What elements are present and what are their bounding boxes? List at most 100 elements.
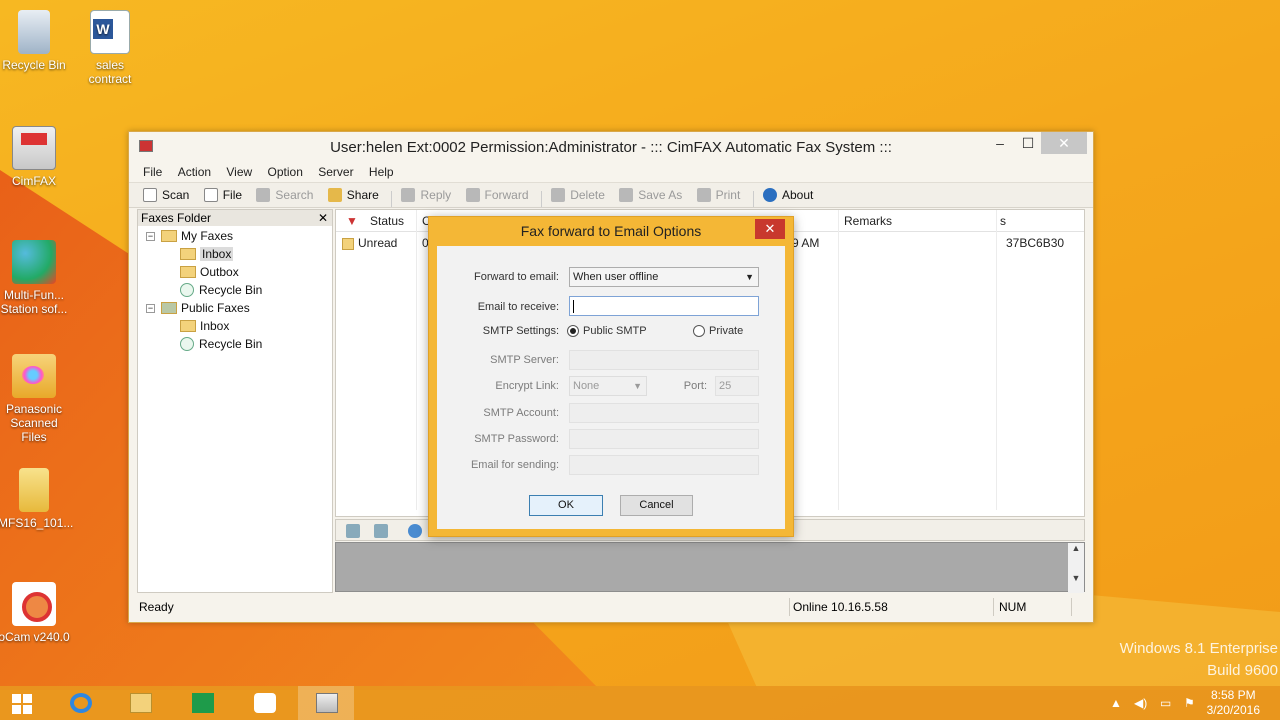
dialog-body: Forward to email: When user offline ▼ Em… <box>437 246 785 529</box>
ok-button[interactable]: OK <box>529 495 603 516</box>
pane-title: Faxes Folder <box>141 211 212 225</box>
pane-close-icon[interactable]: ✕ <box>318 210 328 226</box>
menu-view[interactable]: View <box>220 162 258 182</box>
maximize-button[interactable]: ☐ <box>1013 132 1043 154</box>
email-for-sending-input[interactable] <box>569 455 759 475</box>
close-button[interactable]: ✕ <box>1041 132 1087 154</box>
dialog-close-button[interactable]: ✕ <box>755 219 785 239</box>
taskbar-file-explorer[interactable] <box>112 686 168 720</box>
public-folder-icon <box>161 302 177 314</box>
desktop-icon-label: Multi-Fun... Station sof... <box>0 288 68 316</box>
cancel-button[interactable]: Cancel <box>620 495 693 516</box>
desktop-icon-label: MFS16_101... <box>0 516 74 530</box>
tree-my-faxes[interactable]: − My Faxes <box>146 227 233 245</box>
desktop-icon-recycle-bin[interactable]: Recycle Bin <box>0 10 70 72</box>
reply-button[interactable]: Reply <box>397 183 458 207</box>
desktop-icon-cimfax[interactable]: CimFAX <box>0 126 70 188</box>
forward-button[interactable]: Forward <box>462 183 536 207</box>
start-button[interactable] <box>0 686 44 720</box>
smtp-password-input[interactable] <box>569 429 759 449</box>
forward-icon <box>465 188 480 202</box>
menu-help[interactable]: Help <box>363 162 400 182</box>
scroll-down-icon[interactable]: ▼ <box>1068 573 1084 583</box>
menu-action[interactable]: Action <box>172 162 217 182</box>
about-button[interactable]: About <box>759 183 820 207</box>
print-button[interactable]: Print <box>693 183 748 207</box>
taskbar-clock[interactable]: 8:58 PM 3/20/2016 <box>1207 688 1260 718</box>
email-to-receive-input[interactable] <box>569 296 759 316</box>
save-as-button[interactable]: Save As <box>615 183 689 207</box>
share-folder-icon <box>327 188 342 202</box>
rotate-left-icon[interactable] <box>346 524 360 538</box>
fax-forward-email-dialog: Fax forward to Email Options ✕ Forward t… <box>428 216 794 537</box>
desktop-icon-sales-contract[interactable]: sales contract <box>74 10 146 86</box>
reply-label: Reply <box>420 188 452 202</box>
share-button[interactable]: Share <box>324 183 386 207</box>
flag-icon: ▼ <box>346 214 358 228</box>
row-status[interactable]: Unread <box>358 236 397 250</box>
taskbar-store[interactable] <box>174 686 230 720</box>
window-titlebar[interactable]: User:helen Ext:0002 Permission:Administr… <box>129 132 1093 162</box>
desktop-icon-multi-function[interactable]: Multi-Fun... Station sof... <box>0 240 70 316</box>
smtp-account-input[interactable] <box>569 403 759 423</box>
row-time[interactable]: 9 AM <box>792 236 819 250</box>
volume-icon[interactable]: ◀) <box>1134 696 1147 720</box>
chevron-down-icon: ▼ <box>633 381 642 391</box>
tree-public-faxes[interactable]: − Public Faxes <box>146 299 250 317</box>
tree-my-inbox[interactable]: Inbox <box>180 245 234 263</box>
print-label: Print <box>715 188 741 202</box>
preview-scrollbar[interactable]: ▲ ▼ <box>1068 543 1084 593</box>
ocam-icon <box>12 582 56 626</box>
column-remarks[interactable]: Remarks <box>844 214 892 228</box>
desktop-icon-mfs16[interactable]: MFS16_101... <box>0 468 74 530</box>
collapse-icon[interactable]: − <box>146 231 155 241</box>
network-icon[interactable]: ▭ <box>1160 696 1171 720</box>
column-status[interactable]: Status <box>370 214 404 228</box>
save-as-label: Save As <box>638 188 683 202</box>
tree-label: My Faxes <box>181 229 234 243</box>
recycle-bin-icon <box>18 10 50 54</box>
rotate-right-icon[interactable] <box>374 524 388 538</box>
action-center-flag-icon[interactable]: ⚑ <box>1184 696 1195 720</box>
desktop-icon-label: Panasonic Scanned Files <box>5 402 63 444</box>
recycle-icon <box>180 337 194 351</box>
taskbar-cimfax[interactable] <box>298 686 354 720</box>
window-title: User:helen Ext:0002 Permission:Administr… <box>330 139 892 156</box>
zoom-icon[interactable] <box>408 524 422 538</box>
show-hidden-icons[interactable]: ▲ <box>1110 696 1122 720</box>
taskbar-ocam[interactable] <box>236 686 292 720</box>
forward-to-email-select[interactable]: When user offline ▼ <box>569 267 759 287</box>
delete-button[interactable]: Delete <box>547 183 612 207</box>
scroll-up-icon[interactable]: ▲ <box>1068 543 1084 553</box>
row-id[interactable]: 37BC6B30 <box>1006 236 1064 250</box>
watermark-line1: Windows 8.1 Enterprise <box>1119 640 1278 657</box>
tree-public-inbox[interactable]: Inbox <box>180 317 229 335</box>
private-smtp-radio[interactable]: Private <box>693 325 743 337</box>
smtp-server-input[interactable] <box>569 350 759 370</box>
email-for-sending-label: Email for sending: <box>470 459 559 471</box>
tree-label: Public Faxes <box>181 301 250 315</box>
desktop-icon-label: CimFAX <box>11 174 56 188</box>
menu-file[interactable]: File <box>137 162 168 182</box>
tree-public-recycle-bin[interactable]: Recycle Bin <box>180 335 262 353</box>
taskbar-internet-explorer[interactable] <box>52 686 108 720</box>
port-input[interactable]: 25 <box>715 376 759 396</box>
print-icon <box>696 188 711 202</box>
file-explorer-icon <box>130 693 152 713</box>
tree-my-recycle-bin[interactable]: Recycle Bin <box>180 281 262 299</box>
minimize-button[interactable]: – <box>985 132 1015 154</box>
file-button[interactable]: File <box>200 183 249 207</box>
fax-machine-icon <box>316 693 338 713</box>
desktop-icon-ocam[interactable]: oCam v240.0 <box>0 582 70 644</box>
encrypt-link-select[interactable]: None ▼ <box>569 376 647 396</box>
collapse-icon[interactable]: − <box>146 303 155 313</box>
tree-my-outbox[interactable]: Outbox <box>180 263 239 281</box>
public-smtp-radio[interactable]: Public SMTP <box>567 325 647 337</box>
menu-option[interactable]: Option <box>262 162 309 182</box>
scanned-files-folder-icon <box>12 354 56 398</box>
scan-button[interactable]: Scan <box>139 183 196 207</box>
desktop-icon-panasonic[interactable]: Panasonic Scanned Files <box>0 354 70 444</box>
column-s[interactable]: s <box>1000 214 1006 228</box>
search-button[interactable]: Search <box>252 183 320 207</box>
menu-server[interactable]: Server <box>312 162 359 182</box>
